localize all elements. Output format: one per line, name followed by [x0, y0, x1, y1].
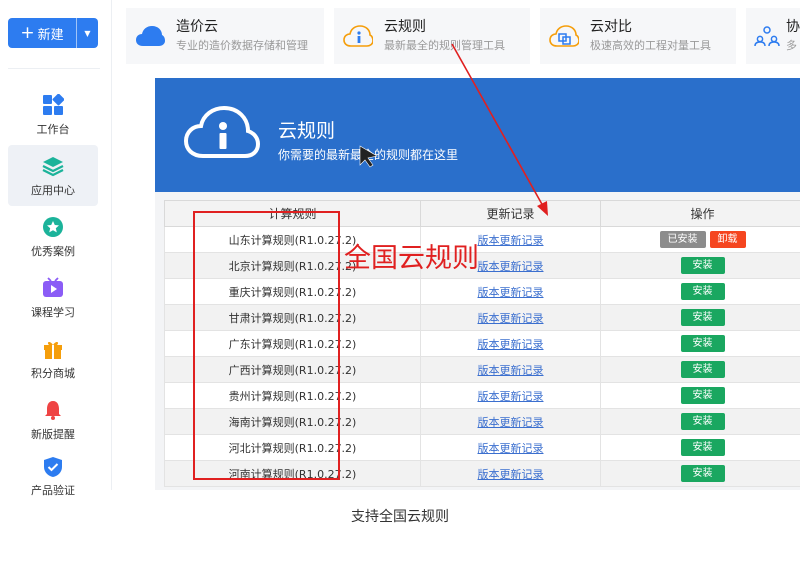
cloud-compare-icon — [548, 20, 580, 52]
update-record-link[interactable]: 版本更新记录 — [478, 260, 544, 273]
update-record-link[interactable]: 版本更新记录 — [478, 390, 544, 403]
sidebar-item-label: 应用中心 — [31, 183, 75, 197]
annotation-label: 全国云规则 — [344, 243, 479, 274]
sidebar-item-label: 产品验证 — [31, 484, 75, 496]
app-card-cloud-compare[interactable]: 云对比 极速高效的工程对量工具 — [540, 8, 736, 64]
banner-subtitle: 你需要的最新最全的规则都在这里 — [278, 148, 459, 162]
card-title: 云对比 — [590, 19, 632, 35]
sidebar-item-updates[interactable]: 新版提醒 — [8, 389, 98, 450]
install-button[interactable]: 安装 — [680, 413, 725, 430]
grid-icon — [41, 93, 65, 117]
install-button[interactable]: 安装 — [680, 439, 725, 456]
sidebar-item-label: 课程学习 — [31, 305, 75, 319]
install-button[interactable]: 安装 — [680, 335, 725, 352]
sidebar-item-workbench[interactable]: 工作台 — [8, 84, 98, 145]
caret-down-icon: ▼ — [84, 28, 91, 38]
update-record-link[interactable]: 版本更新记录 — [478, 468, 544, 481]
plus-icon: + — [20, 22, 35, 43]
install-button[interactable]: 安装 — [680, 283, 725, 300]
cloud-rules-banner: 云规则 你需要的最新最全的规则都在这里 — [155, 78, 800, 192]
cloud-info-icon — [342, 20, 374, 52]
bell-icon — [41, 398, 65, 422]
install-button[interactable]: 安装 — [680, 387, 725, 404]
sidebar-item-points-mall[interactable]: 积分商城 — [8, 328, 98, 389]
update-record-link[interactable]: 版本更新记录 — [478, 286, 544, 299]
gift-icon — [41, 337, 65, 361]
sidebar-item-label: 积分商城 — [31, 366, 75, 380]
new-button[interactable]: + 新建 ▼ — [8, 18, 98, 48]
card-title: 协 — [786, 19, 800, 35]
annotation-highlight-box — [193, 211, 340, 480]
sidebar-item-label: 优秀案例 — [31, 244, 75, 258]
installed-badge: 已安装 — [659, 231, 706, 248]
update-record-link[interactable]: 版本更新记录 — [478, 416, 544, 429]
new-button-main[interactable]: + 新建 — [8, 18, 76, 48]
figure-caption: 支持全国云规则 — [351, 509, 449, 525]
cloud-icon — [134, 20, 166, 52]
cloud-info-icon — [183, 104, 261, 160]
new-button-label: 新建 — [37, 27, 64, 43]
card-subtitle: 最新最全的规则管理工具 — [384, 39, 505, 52]
video-icon — [41, 276, 65, 300]
sidebar-item-cases[interactable]: 优秀案例 — [8, 206, 98, 267]
sidebar-item-courses[interactable]: 课程学习 — [8, 267, 98, 328]
sidebar-divider — [8, 68, 100, 69]
app-cards: 造价云 专业的造价数据存储和管理 云规则 最新最全的规则管理工具 云对比 极速高… — [126, 8, 800, 64]
card-title: 云规则 — [384, 19, 426, 35]
update-record-link[interactable]: 版本更新记录 — [478, 338, 544, 351]
sidebar-item-label: 新版提醒 — [31, 427, 75, 441]
sidebar-item-app-center[interactable]: 应用中心 — [8, 145, 98, 206]
team-icon — [754, 20, 780, 52]
app-card-cloud-rules[interactable]: 云规则 最新最全的规则管理工具 — [334, 8, 530, 64]
layers-icon — [41, 154, 65, 178]
install-button[interactable]: 安装 — [680, 309, 725, 326]
uninstall-button[interactable]: 卸载 — [709, 231, 746, 248]
update-record-link[interactable]: 版本更新记录 — [478, 312, 544, 325]
card-subtitle: 极速高效的工程对量工具 — [590, 39, 711, 52]
column-header-action: 操作 — [600, 200, 800, 227]
update-record-link[interactable]: 版本更新记录 — [478, 364, 544, 377]
card-subtitle: 多 — [786, 39, 797, 52]
app-card-cost-cloud[interactable]: 造价云 专业的造价数据存储和管理 — [126, 8, 324, 64]
install-button[interactable]: 安装 — [680, 257, 725, 274]
sidebar: + 新建 ▼ 工作台 应用中心 优秀案例 课程学习 积分商城 新版提醒 产品验证 — [0, 0, 112, 496]
app-card-collab[interactable]: 协 多 — [746, 8, 800, 64]
update-record-link[interactable]: 版本更新记录 — [478, 234, 544, 247]
star-icon — [41, 215, 65, 239]
install-button[interactable]: 安装 — [680, 361, 725, 378]
column-header-record: 更新记录 — [420, 200, 601, 227]
install-button[interactable]: 安装 — [680, 465, 725, 482]
banner-title: 云规则 — [278, 120, 336, 142]
new-dropdown-toggle[interactable]: ▼ — [76, 18, 98, 48]
sidebar-nav: 工作台 应用中心 优秀案例 课程学习 积分商城 新版提醒 产品验证 — [8, 84, 98, 496]
shield-icon — [41, 456, 65, 478]
card-subtitle: 专业的造价数据存储和管理 — [176, 39, 308, 52]
sidebar-item-label: 工作台 — [36, 122, 70, 136]
card-title: 造价云 — [176, 19, 218, 35]
update-record-link[interactable]: 版本更新记录 — [478, 442, 544, 455]
sidebar-item-verification[interactable]: 产品验证 — [8, 450, 98, 496]
